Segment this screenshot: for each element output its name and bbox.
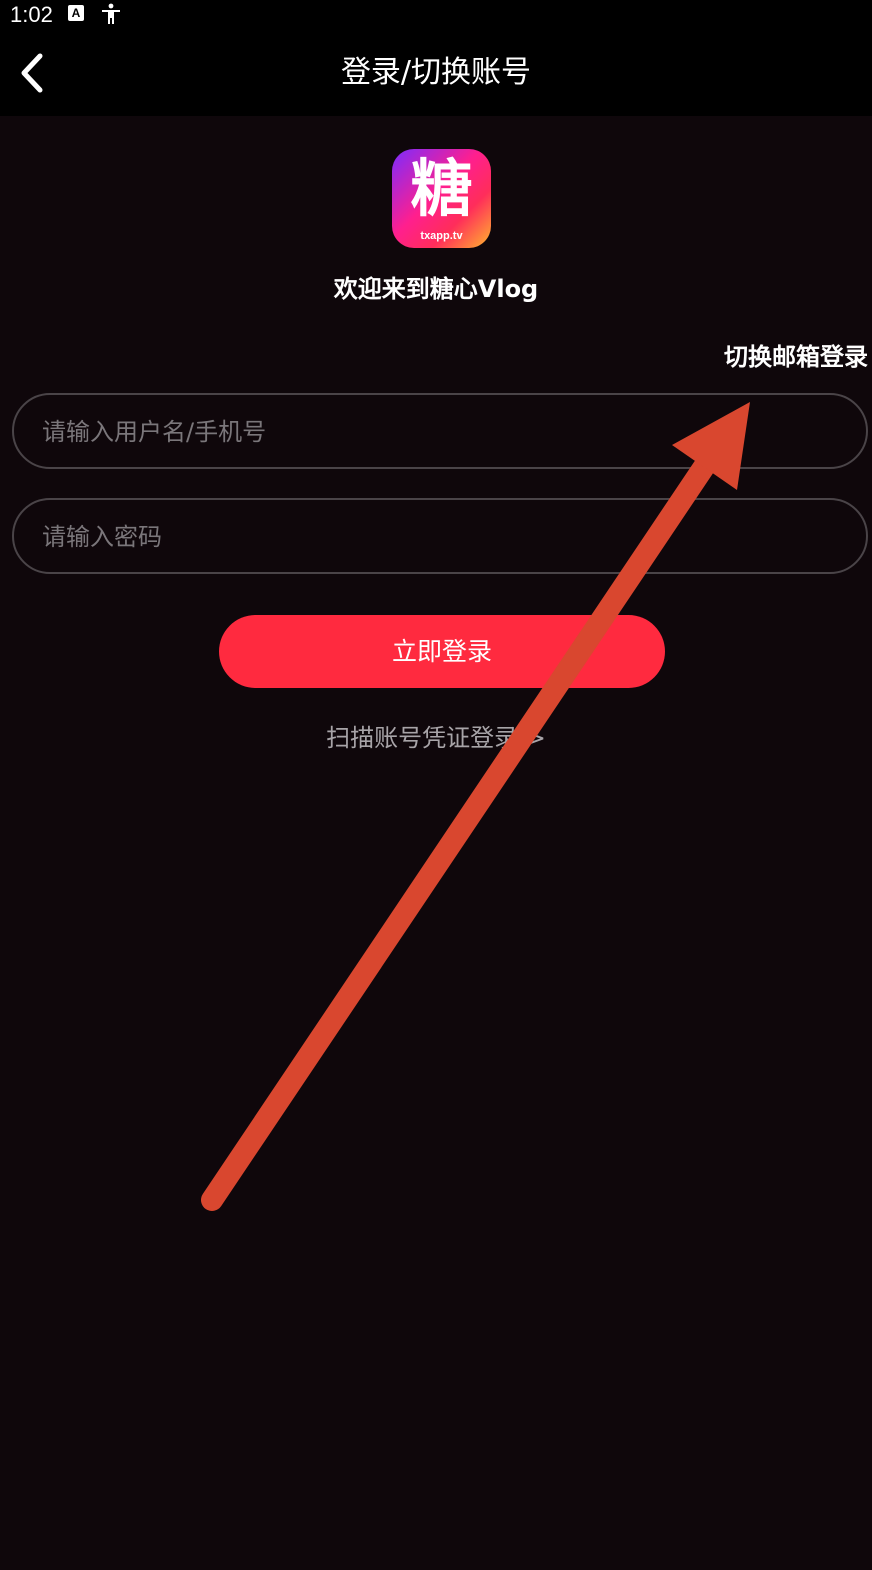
welcome-text: 欢迎来到糖心Vlog [333,275,539,303]
app-logo: 糖 txapp.tv [392,149,491,248]
page-title: 登录/切换账号 [340,55,532,90]
status-time: 1:02 [10,2,53,27]
accessibility-icon [102,3,120,24]
switch-email-login-link[interactable]: 切换邮箱登录 [724,340,868,374]
username-field[interactable] [12,393,868,469]
logo-character: 糖 [410,152,473,225]
keyboard-a-icon: A [68,5,84,21]
scan-credential-login-link[interactable]: 扫描账号凭证登录 > [0,720,872,756]
chevron-left-icon [21,53,43,93]
logo-domain: txapp.tv [420,230,463,242]
password-field[interactable] [12,498,868,574]
password-input[interactable] [40,500,834,574]
login-button[interactable]: 立即登录 [219,615,665,688]
back-button[interactable] [12,50,56,96]
username-input[interactable] [40,395,834,469]
header-bar: 登录/切换账号 [0,30,872,116]
status-bar: 1:02 A [0,0,872,30]
login-screen: 1:02 A 登录/切换账号 糖 txapp.tv 欢迎来到糖心Vlog 切换邮… [0,0,872,1570]
